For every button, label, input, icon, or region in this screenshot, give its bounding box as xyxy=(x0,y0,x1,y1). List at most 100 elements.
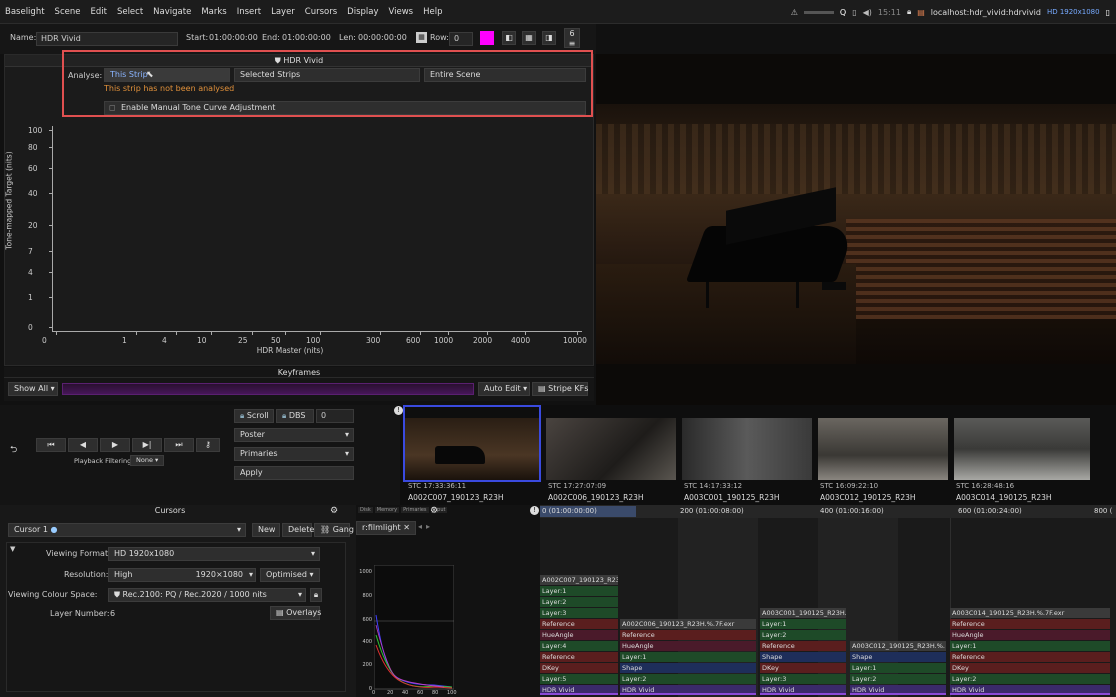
timeline-layer[interactable]: Shape xyxy=(620,663,756,673)
timeline-layer[interactable]: HDR Vivid xyxy=(620,685,756,695)
menu-baselight[interactable]: Baselight xyxy=(0,7,50,17)
stripe-kfs-button[interactable]: ▤ Stripe KFs xyxy=(532,382,588,396)
timeline-layer[interactable]: Layer:2 xyxy=(950,674,1110,684)
timeline-layer[interactable]: A002C006_190123_R23H.%.7F.exr xyxy=(620,619,756,629)
timeline-layer[interactable]: A003C012_190125_R23H.%. xyxy=(850,641,946,651)
cursor-select[interactable]: Cursor 1 ● ▾ xyxy=(8,523,246,537)
go-to-start-button[interactable]: ⏮ xyxy=(36,438,66,452)
overlays-button[interactable]: ▤ Overlays xyxy=(270,606,321,620)
menu-select[interactable]: Select xyxy=(112,7,148,17)
menu-help[interactable]: Help xyxy=(418,7,447,17)
timeline-layer[interactable]: A002C007_190123_R23 xyxy=(540,575,618,585)
info-icon[interactable]: ! xyxy=(530,506,539,515)
dbs-toggle[interactable]: 🔒︎ DBS xyxy=(276,409,314,423)
strip-info[interactable]: STC 16:09:22:10 A003C012_190125_R23H xyxy=(820,481,952,505)
timeline-layer[interactable]: HueAngle xyxy=(950,630,1110,640)
timeline-layer[interactable]: A003C001_190125_R23H. xyxy=(760,608,846,618)
menu-scene[interactable]: Scene xyxy=(50,7,86,17)
selected-strips-button[interactable]: Selected Strips xyxy=(234,68,420,82)
timeline-layer[interactable]: HDR Vivid xyxy=(950,685,1110,695)
timeline-layer[interactable]: Layer:2 xyxy=(540,597,618,607)
timeline-layer[interactable]: Shape xyxy=(850,652,946,662)
optimised-dropdown[interactable]: Optimised ▾ xyxy=(260,568,320,582)
gear-icon[interactable]: ⚙ xyxy=(330,506,338,516)
strip-thumbnail-3[interactable] xyxy=(682,418,812,480)
layer-counter[interactable]: 6 ≡ xyxy=(564,28,580,48)
timeline-layer[interactable]: HDR Vivid xyxy=(540,685,618,695)
timeline-layer[interactable]: Layer:1 xyxy=(950,641,1110,651)
step-forward-button[interactable]: ▶| xyxy=(132,438,162,452)
scope-tab-active[interactable]: r:filmlight ✕ xyxy=(356,521,416,535)
grid-icon[interactable]: ▦ xyxy=(522,31,536,45)
menu-display[interactable]: Display xyxy=(342,7,383,17)
keyframe-track[interactable] xyxy=(62,383,474,395)
warning-icon[interactable]: ⚠ xyxy=(791,8,798,17)
resolution-dropdown[interactable]: High 1920×1080 ▾ xyxy=(108,568,256,582)
chevron-right-icon[interactable]: ▸ xyxy=(426,522,430,531)
lock-icon[interactable]: 🔒︎ xyxy=(310,588,322,602)
timeline-layer[interactable]: HueAngle xyxy=(540,630,618,640)
timeline-layer[interactable]: HueAngle xyxy=(620,641,756,651)
this-strip-button[interactable]: This Strip xyxy=(104,68,230,82)
timeline-layer[interactable]: Layer:3 xyxy=(760,674,846,684)
timeline-layer[interactable]: Reference xyxy=(760,641,846,651)
volume-bar[interactable] xyxy=(803,10,834,14)
gang-button[interactable]: ⛓ Gang xyxy=(314,523,354,537)
primaries-dropdown[interactable]: Primaries ▾ xyxy=(234,447,354,461)
timeline-layer[interactable]: Layer:5 xyxy=(540,674,618,684)
strip-info[interactable]: STC 17:27:07:09 A002C006_190123_R23H xyxy=(548,481,680,505)
loop-icon[interactable]: ⮌ xyxy=(10,442,17,458)
menu-layer[interactable]: Layer xyxy=(266,7,300,17)
menu-edit[interactable]: Edit xyxy=(85,7,111,17)
len-field[interactable]: 00:00:00:00 xyxy=(358,33,407,42)
scope-tab-disk[interactable]: Disk xyxy=(358,507,373,513)
timeline-layer[interactable]: DKey xyxy=(540,663,618,673)
search-icon[interactable]: Q xyxy=(840,8,846,17)
manual-tone-curve-toggle[interactable]: ◻ Enable Manual Tone Curve Adjustment xyxy=(104,101,586,115)
show-all-dropdown[interactable]: Show All ▾ xyxy=(8,382,58,396)
end-field[interactable]: 01:00:00:00 xyxy=(282,33,331,42)
strip-thumbnail-5[interactable] xyxy=(954,418,1090,480)
chevron-left-icon[interactable]: ◂ xyxy=(418,522,422,531)
scope-tab-primaries[interactable]: Primaries xyxy=(401,507,429,513)
timeline-layer[interactable]: Reference xyxy=(950,652,1110,662)
timeline-layer[interactable]: Layer:4 xyxy=(540,641,618,651)
key-icon[interactable]: ⚷ xyxy=(196,438,220,452)
menu-marks[interactable]: Marks xyxy=(196,7,231,17)
info-icon[interactable]: ! xyxy=(394,406,403,415)
compare-icon[interactable]: ◨ xyxy=(542,31,556,45)
strip-thumbnail-2[interactable] xyxy=(546,418,676,480)
entire-scene-button[interactable]: Entire Scene xyxy=(424,68,586,82)
timeline-layer[interactable]: A003C014_190125_R23H.%.7F.exr xyxy=(950,608,1110,618)
timeline-layer[interactable]: Layer:2 xyxy=(620,674,756,684)
timeline-layer[interactable]: Layer:2 xyxy=(850,674,946,684)
row-field[interactable]: 0 xyxy=(449,32,473,46)
menu-navigate[interactable]: Navigate xyxy=(148,7,196,17)
go-to-end-button[interactable]: ⏭ xyxy=(164,438,194,452)
timeline-layer[interactable]: DKey xyxy=(950,663,1110,673)
timeline-layer[interactable]: Layer:1 xyxy=(620,652,756,662)
filter-dropdown[interactable]: None ▾ xyxy=(130,455,164,466)
timeline-layer[interactable]: HDR Vivid xyxy=(850,685,946,695)
gear-icon[interactable]: ⚙ xyxy=(430,506,438,516)
menu-views[interactable]: Views xyxy=(384,7,419,17)
poster-dropdown[interactable]: Poster ▾ xyxy=(234,428,354,442)
strip-info[interactable]: STC 17:33:36:11 A002C007_190123_R23H xyxy=(408,481,540,505)
view-icon[interactable]: ◧ xyxy=(502,31,516,45)
collapse-icon[interactable]: ▼ xyxy=(10,545,15,553)
auto-edit-dropdown[interactable]: Auto Edit ▾ xyxy=(478,382,530,396)
timeline-layer[interactable]: Layer:1 xyxy=(760,619,846,629)
timeline-layer[interactable]: Shape xyxy=(760,652,846,662)
menu-cursors[interactable]: Cursors xyxy=(300,7,342,17)
apply-button[interactable]: Apply xyxy=(234,466,354,480)
delete-cursor-button[interactable]: Delete xyxy=(282,523,314,537)
timeline-layer[interactable]: Reference xyxy=(540,619,618,629)
phone-icon[interactable]: ▯ xyxy=(852,8,856,17)
speaker-icon[interactable]: ◀) xyxy=(863,8,872,17)
timeline-layer[interactable]: Layer:1 xyxy=(850,663,946,673)
start-field[interactable]: 01:00:00:00 xyxy=(209,33,258,42)
timeline-layer[interactable]: Reference xyxy=(950,619,1110,629)
scope-tab-memory[interactable]: Memory xyxy=(374,507,400,513)
timeline-layer[interactable]: Layer:3 xyxy=(540,608,618,618)
timeline-layer[interactable]: Layer:2 xyxy=(760,630,846,640)
